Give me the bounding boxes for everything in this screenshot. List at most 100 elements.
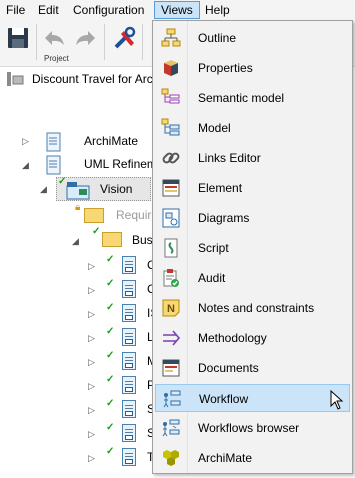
semantic-model-icon (161, 88, 180, 104)
menu-item-audit[interactable]: Audit (155, 264, 350, 292)
menu-item-semantic-model[interactable]: Semantic model (155, 84, 350, 112)
menu-item-methodology[interactable]: Methodology (155, 324, 350, 352)
requirement-doc-icon (122, 280, 136, 298)
tree-item-uml-refinement[interactable]: UML Refinem (84, 153, 157, 175)
element-icon (162, 179, 180, 197)
menu-item-archimate[interactable]: ArchiMate (155, 444, 350, 472)
menu-item-links-editor[interactable]: Links Editor (155, 144, 350, 172)
views-menu: Outline Properties Semantic model Model (152, 20, 353, 474)
workflows-browser-icon (162, 419, 180, 437)
check-icon: ✓ (106, 278, 115, 289)
expand-arrow-icon[interactable]: ▷ (88, 309, 95, 320)
lock-icon: 🔒︎ (75, 202, 81, 213)
menu-item-label: Links Editor (198, 151, 261, 165)
audit-icon (163, 269, 179, 287)
menu-item-label: Documents (198, 361, 259, 375)
menu-item-label: Outline (198, 31, 237, 45)
menu-edit[interactable]: Edit (32, 1, 65, 19)
folder-icon (102, 232, 122, 247)
project-icon (7, 72, 24, 86)
menu-item-label: ArchiMate (198, 451, 253, 465)
menu-item-label: Semantic model (198, 91, 285, 105)
menu-item-notes-and-constraints[interactable]: N Notes and constraints (155, 294, 350, 322)
outline-icon (161, 28, 181, 47)
menu-item-label: Workflow (199, 392, 249, 406)
expand-arrow-icon[interactable]: ▷ (88, 429, 95, 440)
menu-item-label: Model (198, 121, 231, 135)
expand-arrow-icon[interactable]: ▷ (88, 285, 95, 296)
menu-item-outline[interactable]: Outline (155, 24, 350, 52)
expand-arrow-icon[interactable]: ▷ (88, 405, 95, 416)
methodology-icon (163, 330, 181, 346)
toolbar-separator (36, 24, 37, 60)
expand-arrow-icon[interactable]: ▷ (88, 381, 95, 392)
menu-item-label: Element (198, 181, 243, 195)
check-icon: ✓ (106, 374, 115, 385)
menu-item-diagrams[interactable]: Diagrams (155, 204, 350, 232)
requirement-doc-icon (122, 448, 136, 466)
workflow-icon (163, 390, 181, 408)
undo-icon[interactable] (42, 25, 68, 51)
tree-item-archimate[interactable]: ArchiMate (84, 130, 138, 152)
properties-icon (164, 60, 178, 76)
check-icon: ✓ (106, 302, 115, 313)
tab-title[interactable]: Discount Travel for Archi (32, 72, 162, 86)
script-icon (164, 238, 178, 258)
toolbar-separator (104, 24, 105, 60)
menu-views[interactable]: Views (154, 1, 200, 19)
menu-item-element[interactable]: Element (155, 174, 350, 202)
collapse-arrow-icon[interactable]: ◢ (72, 236, 79, 247)
menu-item-workflow[interactable]: Workflow (155, 384, 350, 412)
model-doc-icon (46, 132, 61, 152)
menu-item-label: Notes and constraints (198, 301, 315, 315)
menu-item-label: Audit (198, 271, 226, 285)
expand-arrow-icon[interactable]: ▷ (88, 261, 95, 272)
menu-item-script[interactable]: Script (155, 234, 350, 262)
expand-arrow-icon[interactable]: ▷ (88, 357, 95, 368)
menu-item-label: Script (198, 241, 229, 255)
svg-text:N: N (167, 303, 175, 315)
check-icon: ✓ (106, 350, 115, 361)
menu-item-label: Methodology (198, 331, 267, 345)
folder-icon (84, 208, 104, 223)
check-icon: ✓ (106, 398, 115, 409)
expand-arrow-icon[interactable]: ▷ (88, 333, 95, 344)
requirement-doc-icon (122, 352, 136, 370)
menu-item-documents[interactable]: Documents (155, 354, 350, 382)
requirement-doc-icon (122, 304, 136, 322)
notes-icon: N (162, 299, 180, 317)
save-icon[interactable] (5, 25, 31, 51)
check-icon: ✓ (106, 446, 115, 457)
menu-bar: File Edit Configuration Views Help (0, 0, 355, 20)
redo-icon[interactable] (72, 25, 98, 51)
requirement-doc-icon (122, 376, 136, 394)
documents-icon (162, 359, 180, 377)
package-icon (66, 182, 90, 200)
requirement-doc-icon (122, 424, 136, 442)
menu-item-label: Diagrams (198, 211, 250, 225)
toolbar-separator (142, 24, 143, 60)
menu-file[interactable]: File (0, 1, 31, 19)
requirement-doc-icon (122, 256, 136, 274)
menu-item-label: Properties (198, 61, 253, 75)
diagrams-icon (162, 208, 180, 228)
check-icon: ✓ (106, 254, 115, 265)
check-icon: ✓ (106, 422, 115, 433)
menu-item-label: Workflows browser (198, 421, 300, 435)
menu-item-properties[interactable]: Properties (155, 54, 350, 82)
menu-help[interactable]: Help (199, 1, 236, 19)
check-icon: ✓ (92, 226, 101, 237)
collapse-arrow-icon[interactable]: ◢ (40, 184, 47, 195)
menu-item-workflows-browser[interactable]: Workflows browser (155, 414, 350, 442)
check-icon: ✓ (106, 326, 115, 337)
tools-icon[interactable] (112, 25, 138, 51)
requirement-doc-icon (122, 328, 136, 346)
requirement-doc-icon (122, 400, 136, 418)
collapse-arrow-icon[interactable]: ◢ (22, 160, 29, 171)
archimate-icon (163, 450, 179, 466)
menu-item-model[interactable]: Model (155, 114, 350, 142)
expand-arrow-icon[interactable]: ▷ (22, 136, 29, 147)
tree-item-vision[interactable]: Vision (100, 178, 132, 200)
expand-arrow-icon[interactable]: ▷ (88, 453, 95, 464)
menu-configuration[interactable]: Configuration (67, 1, 150, 19)
